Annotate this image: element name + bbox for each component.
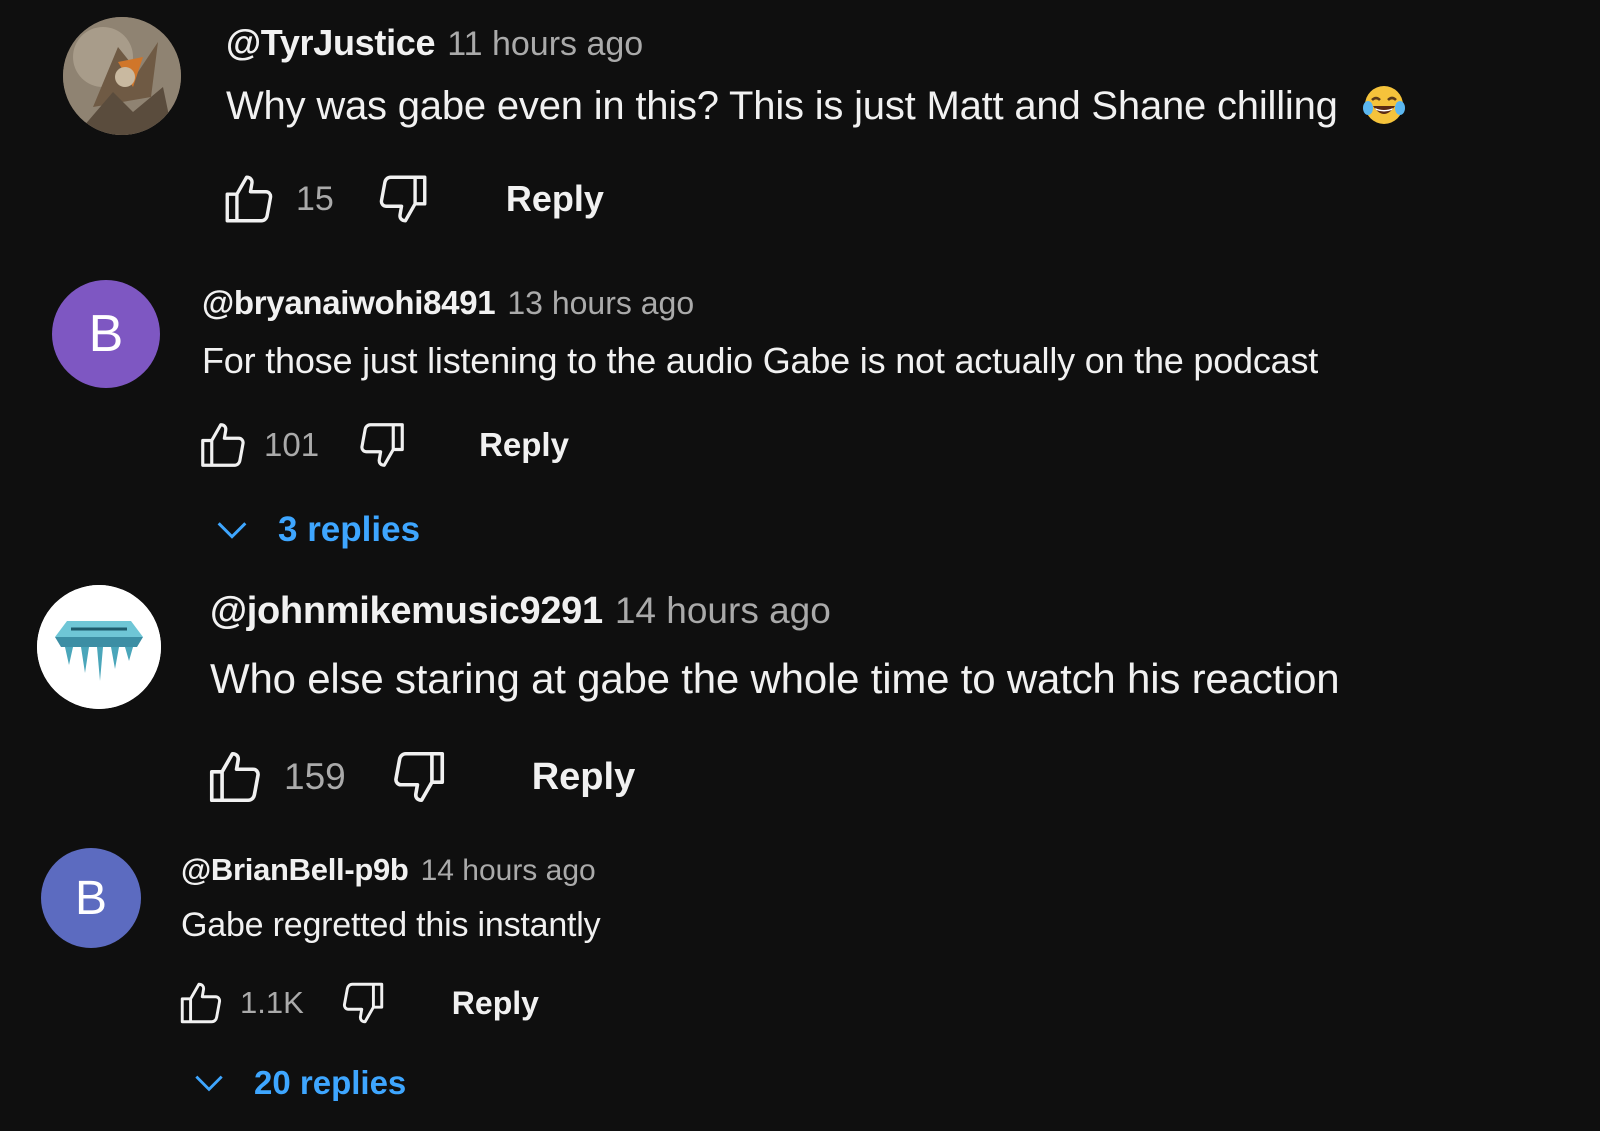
avatar-letter: B (88, 305, 124, 363)
dislike-button[interactable] (355, 418, 409, 472)
dislike-button[interactable] (374, 170, 432, 228)
reply-button[interactable]: Reply (452, 985, 539, 1022)
comment-meta: @bryanaiwohi8491 13 hours ago (202, 284, 1318, 322)
comment-actions: 1.1K Reply (176, 978, 539, 1028)
dislike-button[interactable] (338, 978, 388, 1028)
thumbs-down-icon (360, 423, 404, 467)
like-count: 15 (296, 179, 334, 218)
thumbs-up-icon (209, 751, 260, 803)
like-count: 101 (264, 426, 320, 463)
chevron-down-icon (195, 1075, 223, 1092)
comment-meta: @johnmikemusic9291 14 hours ago (210, 590, 1339, 633)
like-count: 1.1K (240, 985, 304, 1020)
comment-text: Why was gabe even in this? This is just … (226, 84, 1407, 129)
thumbs-up-icon (201, 423, 245, 467)
reply-button[interactable]: Reply (479, 426, 569, 464)
avatar[interactable] (37, 585, 161, 709)
like-button[interactable] (196, 418, 250, 472)
face-with-tears-of-joy-icon (1362, 86, 1405, 125)
comments-section: @TyrJustice 11 hours ago Why was gabe ev… (0, 0, 1600, 1131)
avatar[interactable]: B (52, 280, 160, 388)
thumbs-up-icon (180, 982, 222, 1024)
comment-author[interactable]: @BrianBell-p9b (181, 852, 409, 888)
view-replies-button[interactable]: 20 replies (190, 1064, 406, 1102)
view-replies-button[interactable]: 3 replies (212, 510, 420, 550)
chevron-down-icon (217, 522, 247, 539)
thumbs-down-icon (379, 175, 427, 223)
comment-text: Gabe regretted this instantly (181, 906, 601, 944)
thumbs-down-icon (393, 751, 444, 803)
comment-text: Who else staring at gabe the whole time … (210, 655, 1340, 702)
reply-button[interactable]: Reply (532, 756, 635, 799)
reply-button[interactable]: Reply (506, 178, 604, 220)
icy-logo-avatar-icon (37, 585, 161, 709)
thumbs-down-icon (342, 982, 383, 1024)
comment-text: For those just listening to the audio Ga… (202, 340, 1319, 381)
avatar[interactable] (63, 17, 181, 135)
thumbs-up-icon (225, 175, 273, 223)
comment-author[interactable]: @bryanaiwohi8491 (202, 284, 496, 322)
comment-meta: @BrianBell-p9b 14 hours ago (181, 852, 600, 888)
like-count: 159 (284, 756, 346, 797)
comment-meta: @TyrJustice 11 hours ago (226, 22, 1407, 64)
comment-author[interactable]: @johnmikemusic9291 (210, 590, 603, 633)
dislike-button[interactable] (388, 746, 450, 808)
comment-author[interactable]: @TyrJustice (226, 22, 436, 64)
avatar-letter: B (74, 871, 107, 925)
comment-actions: 15 Reply (220, 170, 604, 228)
comment-actions: 101 Reply (196, 418, 569, 472)
avatar[interactable]: B (41, 848, 141, 948)
comment-actions: 159 Reply (204, 746, 635, 808)
comment-timestamp[interactable]: 14 hours ago (615, 590, 831, 632)
comment-timestamp[interactable]: 11 hours ago (447, 25, 643, 64)
comment-timestamp[interactable]: 14 hours ago (421, 854, 596, 888)
like-button[interactable] (176, 978, 226, 1028)
fantasy-creature-avatar-icon (63, 17, 181, 135)
replies-count: 3 replies (278, 510, 421, 549)
replies-count: 20 replies (254, 1064, 407, 1101)
like-button[interactable] (220, 170, 278, 228)
like-button[interactable] (204, 746, 266, 808)
comment-timestamp[interactable]: 13 hours ago (507, 285, 694, 322)
comment-text-content: Why was gabe even in this? This is just … (226, 84, 1338, 128)
